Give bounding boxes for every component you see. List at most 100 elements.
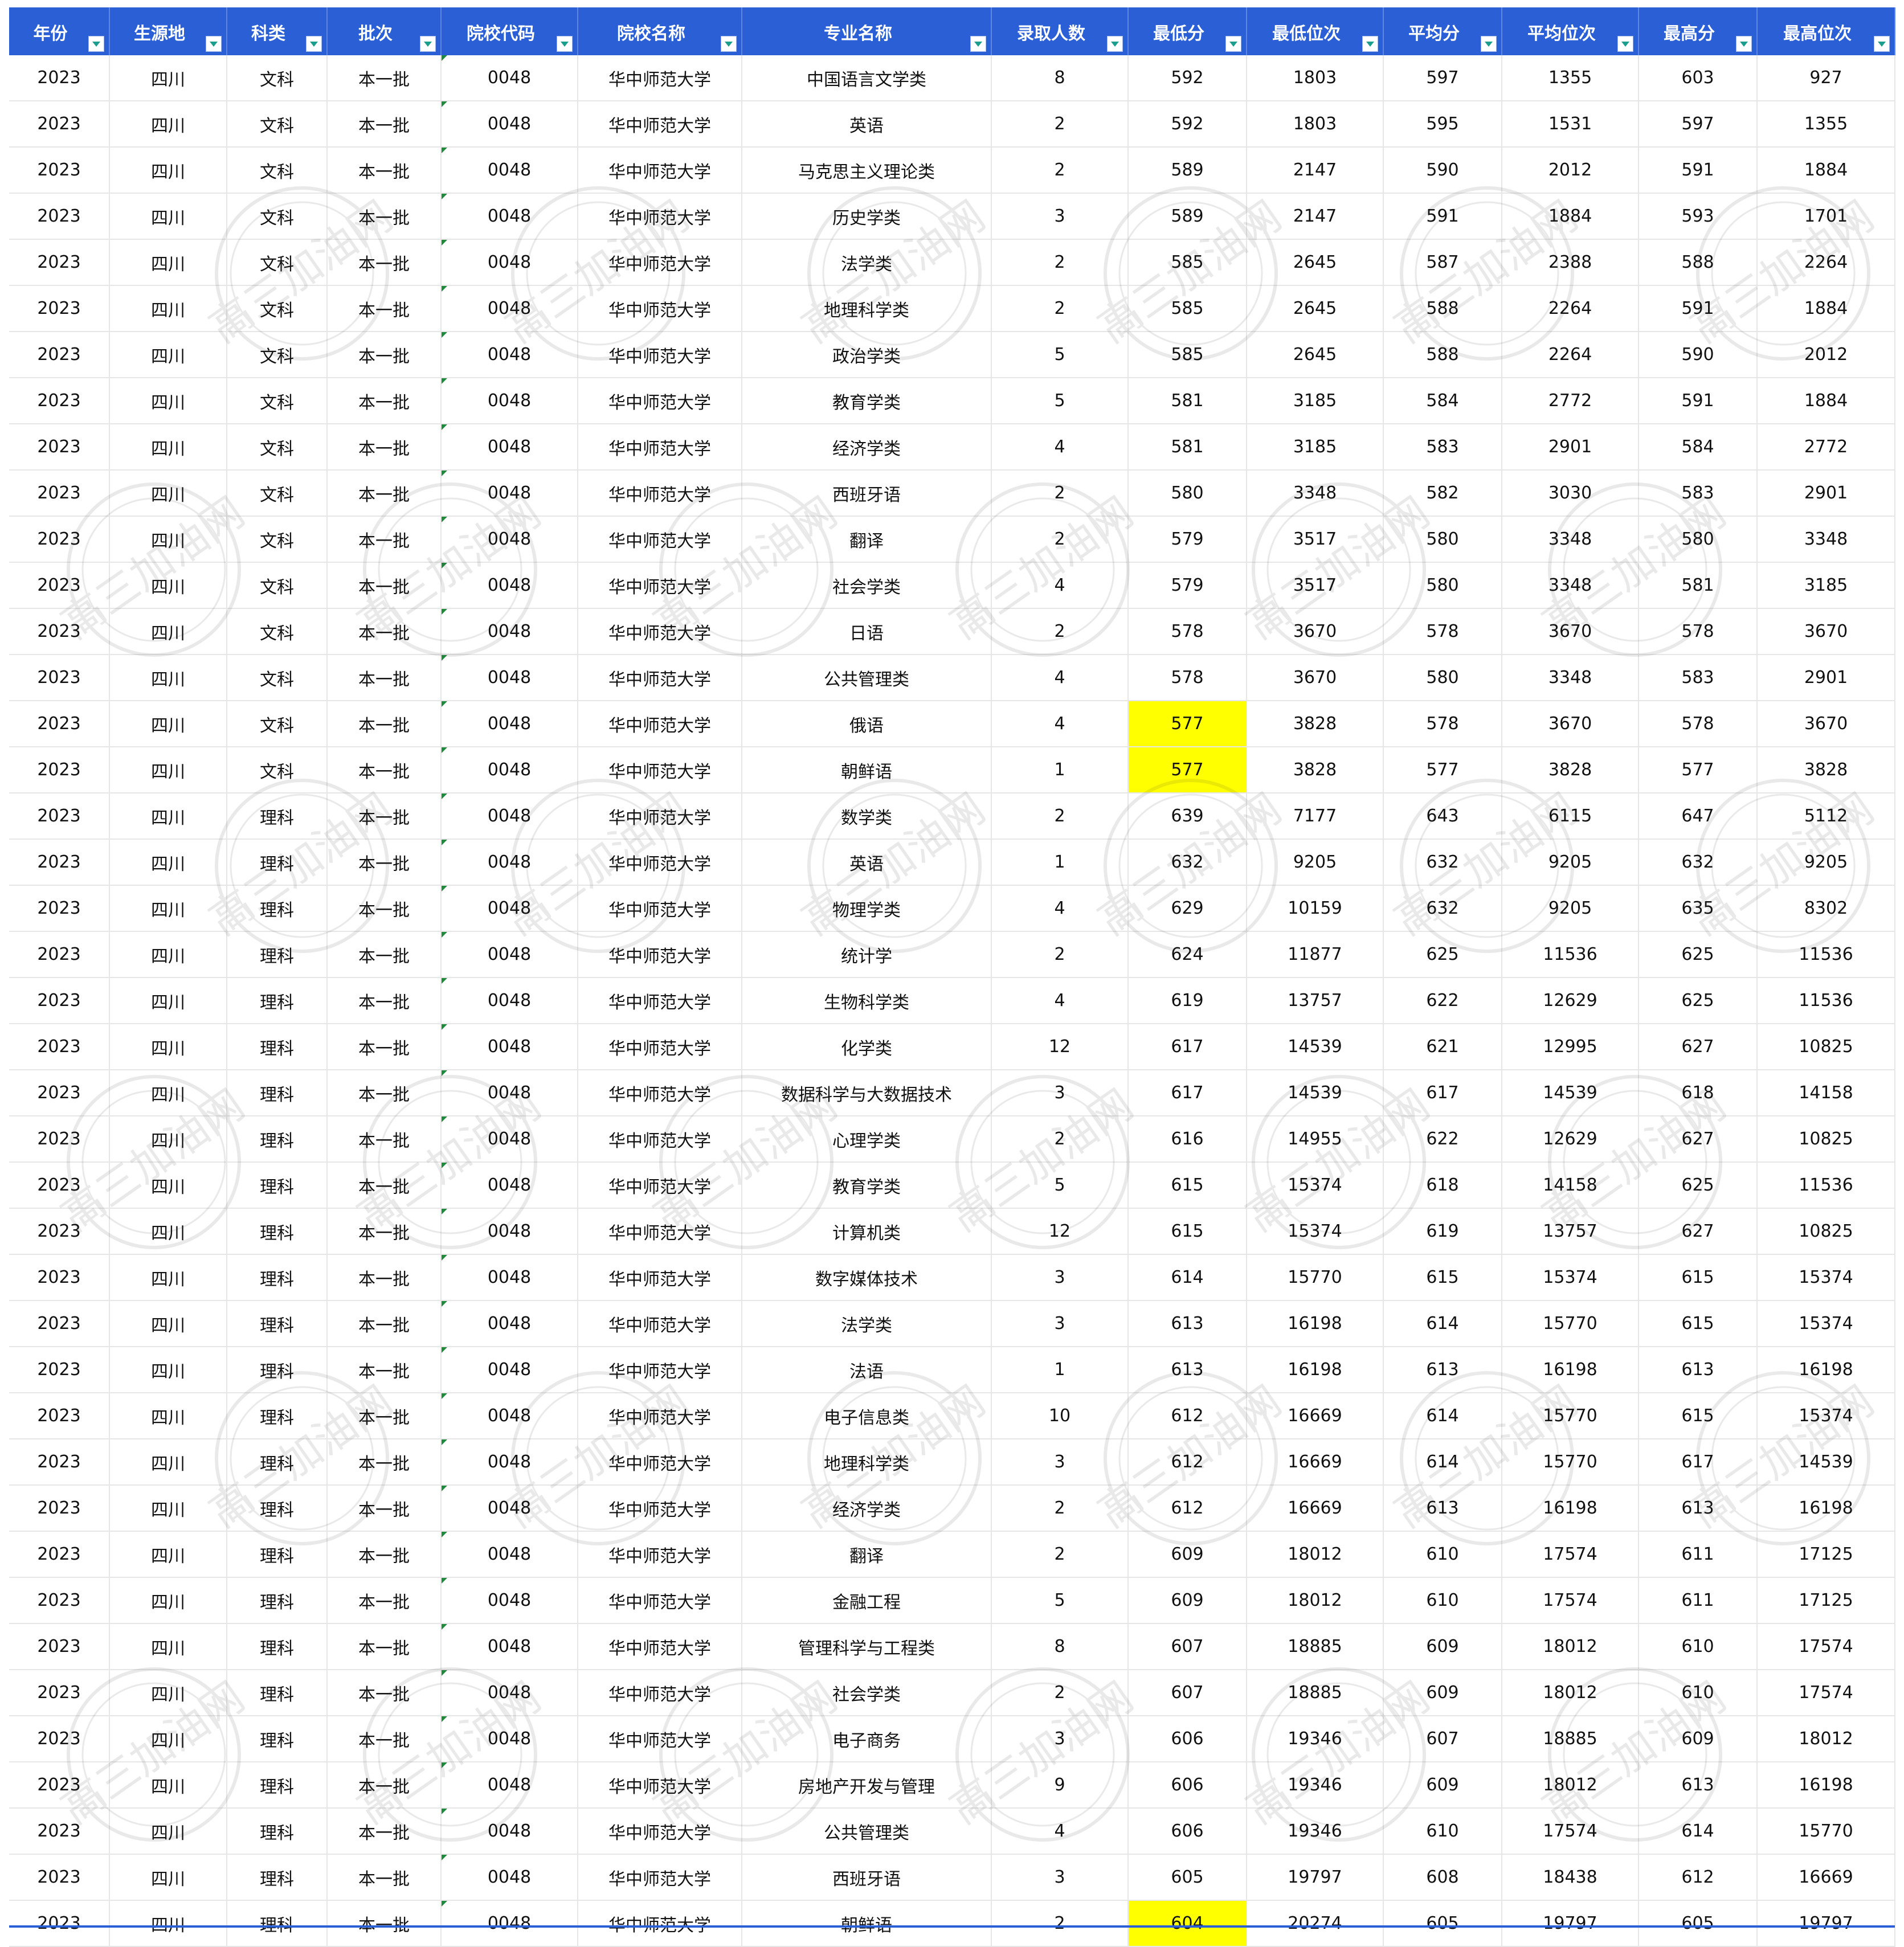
cell-max-score[interactable]: 591 bbox=[1639, 378, 1758, 424]
cell-school-name[interactable]: 华中师范大学 bbox=[578, 516, 742, 563]
cell-avg-rank[interactable]: 3670 bbox=[1502, 608, 1639, 655]
cell-school-name[interactable]: 华中师范大学 bbox=[578, 747, 742, 793]
cell-year[interactable]: 2023 bbox=[9, 470, 110, 517]
cell-school-code[interactable]: 0048 bbox=[441, 516, 578, 563]
filter-dropdown-icon[interactable] bbox=[1736, 36, 1752, 52]
cell-avg-rank[interactable]: 2264 bbox=[1502, 332, 1639, 378]
cell-min-rank[interactable]: 15374 bbox=[1247, 1208, 1384, 1255]
cell-batch[interactable]: 本一批 bbox=[327, 378, 442, 424]
cell-province[interactable]: 四川 bbox=[109, 931, 227, 978]
cell-school-code[interactable]: 0048 bbox=[441, 285, 578, 332]
cell-min-score[interactable]: 615 bbox=[1128, 1162, 1247, 1209]
cell-subject-type[interactable]: 理科 bbox=[227, 1854, 328, 1901]
cell-year[interactable]: 2023 bbox=[9, 424, 110, 471]
cell-province[interactable]: 四川 bbox=[109, 1900, 227, 1947]
cell-min-score[interactable]: 579 bbox=[1128, 516, 1247, 563]
cell-max-rank[interactable]: 14158 bbox=[1757, 1070, 1895, 1116]
cell-school-name[interactable]: 华中师范大学 bbox=[578, 285, 742, 332]
cell-avg-score[interactable]: 613 bbox=[1383, 1485, 1502, 1532]
cell-min-rank[interactable]: 18885 bbox=[1247, 1670, 1384, 1716]
cell-avg-score[interactable]: 580 bbox=[1383, 516, 1502, 563]
cell-school-code[interactable]: 0048 bbox=[441, 1670, 578, 1716]
cell-school-name[interactable]: 华中师范大学 bbox=[578, 1070, 742, 1116]
cell-avg-score[interactable]: 587 bbox=[1383, 239, 1502, 286]
cell-school-name[interactable]: 华中师范大学 bbox=[578, 1300, 742, 1347]
cell-major-name[interactable]: 物理学类 bbox=[742, 885, 992, 932]
cell-admitted-count[interactable]: 4 bbox=[991, 655, 1129, 701]
cell-major-name[interactable]: 公共管理类 bbox=[742, 1808, 992, 1855]
cell-subject-type[interactable]: 理科 bbox=[227, 1116, 328, 1163]
column-header-admitted-count[interactable]: 录取人数 bbox=[991, 7, 1129, 55]
cell-avg-score[interactable]: 622 bbox=[1383, 977, 1502, 1024]
cell-min-rank[interactable]: 3670 bbox=[1247, 608, 1384, 655]
cell-avg-rank[interactable]: 18885 bbox=[1502, 1716, 1639, 1762]
cell-min-rank[interactable]: 19346 bbox=[1247, 1762, 1384, 1809]
cell-min-rank[interactable]: 15374 bbox=[1247, 1162, 1384, 1209]
cell-major-name[interactable]: 电子信息类 bbox=[742, 1393, 992, 1439]
filter-dropdown-icon[interactable] bbox=[1617, 36, 1633, 52]
cell-province[interactable]: 四川 bbox=[109, 470, 227, 517]
cell-major-name[interactable]: 翻译 bbox=[742, 1531, 992, 1578]
filter-dropdown-icon[interactable] bbox=[970, 36, 986, 52]
cell-avg-score[interactable]: 590 bbox=[1383, 147, 1502, 194]
cell-max-rank[interactable]: 11536 bbox=[1757, 977, 1895, 1024]
cell-batch[interactable]: 本一批 bbox=[327, 885, 442, 932]
cell-school-name[interactable]: 华中师范大学 bbox=[578, 839, 742, 886]
cell-school-code[interactable]: 0048 bbox=[441, 239, 578, 286]
cell-max-rank[interactable]: 1884 bbox=[1757, 285, 1895, 332]
cell-avg-rank[interactable]: 12995 bbox=[1502, 1024, 1639, 1070]
cell-province[interactable]: 四川 bbox=[109, 193, 227, 240]
cell-avg-rank[interactable]: 3828 bbox=[1502, 747, 1639, 793]
cell-min-rank[interactable]: 1803 bbox=[1247, 55, 1384, 101]
cell-max-rank[interactable]: 15374 bbox=[1757, 1254, 1895, 1301]
cell-school-code[interactable]: 0048 bbox=[441, 470, 578, 517]
cell-admitted-count[interactable]: 2 bbox=[991, 1670, 1129, 1716]
cell-year[interactable]: 2023 bbox=[9, 701, 110, 747]
cell-batch[interactable]: 本一批 bbox=[327, 977, 442, 1024]
cell-min-score[interactable]: 605 bbox=[1128, 1854, 1247, 1901]
cell-admitted-count[interactable]: 2 bbox=[991, 147, 1129, 194]
cell-batch[interactable]: 本一批 bbox=[327, 1577, 442, 1624]
column-header-max-rank[interactable]: 最高位次 bbox=[1757, 7, 1895, 55]
cell-max-score[interactable]: 584 bbox=[1639, 424, 1758, 471]
cell-subject-type[interactable]: 文科 bbox=[227, 101, 328, 148]
cell-avg-rank[interactable]: 1531 bbox=[1502, 101, 1639, 148]
cell-school-code[interactable]: 0048 bbox=[441, 793, 578, 840]
cell-min-score[interactable]: 619 bbox=[1128, 977, 1247, 1024]
cell-batch[interactable]: 本一批 bbox=[327, 239, 442, 286]
filter-dropdown-icon[interactable] bbox=[1107, 36, 1123, 52]
cell-subject-type[interactable]: 文科 bbox=[227, 239, 328, 286]
cell-province[interactable]: 四川 bbox=[109, 747, 227, 793]
cell-min-score[interactable]: 607 bbox=[1128, 1623, 1247, 1670]
cell-admitted-count[interactable]: 4 bbox=[991, 885, 1129, 932]
cell-batch[interactable]: 本一批 bbox=[327, 701, 442, 747]
cell-school-name[interactable]: 华中师范大学 bbox=[578, 378, 742, 424]
cell-province[interactable]: 四川 bbox=[109, 608, 227, 655]
cell-school-name[interactable]: 华中师范大学 bbox=[578, 793, 742, 840]
cell-province[interactable]: 四川 bbox=[109, 562, 227, 609]
cell-admitted-count[interactable]: 2 bbox=[991, 1531, 1129, 1578]
cell-major-name[interactable]: 管理科学与工程类 bbox=[742, 1623, 992, 1670]
cell-max-rank[interactable]: 2012 bbox=[1757, 332, 1895, 378]
cell-year[interactable]: 2023 bbox=[9, 1254, 110, 1301]
cell-school-code[interactable]: 0048 bbox=[441, 332, 578, 378]
cell-school-name[interactable]: 华中师范大学 bbox=[578, 1485, 742, 1532]
cell-avg-score[interactable]: 615 bbox=[1383, 1254, 1502, 1301]
cell-admitted-count[interactable]: 12 bbox=[991, 1024, 1129, 1070]
cell-school-code[interactable]: 0048 bbox=[441, 1531, 578, 1578]
cell-batch[interactable]: 本一批 bbox=[327, 1300, 442, 1347]
cell-avg-score[interactable]: 614 bbox=[1383, 1393, 1502, 1439]
cell-major-name[interactable]: 朝鲜语 bbox=[742, 747, 992, 793]
cell-year[interactable]: 2023 bbox=[9, 1347, 110, 1393]
cell-school-code[interactable]: 0048 bbox=[441, 1162, 578, 1209]
cell-school-code[interactable]: 0048 bbox=[441, 1485, 578, 1532]
cell-min-rank[interactable]: 16669 bbox=[1247, 1393, 1384, 1439]
cell-school-code[interactable]: 0048 bbox=[441, 747, 578, 793]
cell-batch[interactable]: 本一批 bbox=[327, 793, 442, 840]
cell-min-rank[interactable]: 3517 bbox=[1247, 562, 1384, 609]
cell-max-rank[interactable]: 16669 bbox=[1757, 1854, 1895, 1901]
cell-min-rank[interactable]: 18012 bbox=[1247, 1577, 1384, 1624]
cell-batch[interactable]: 本一批 bbox=[327, 1254, 442, 1301]
cell-province[interactable]: 四川 bbox=[109, 1116, 227, 1163]
cell-school-name[interactable]: 华中师范大学 bbox=[578, 1716, 742, 1762]
